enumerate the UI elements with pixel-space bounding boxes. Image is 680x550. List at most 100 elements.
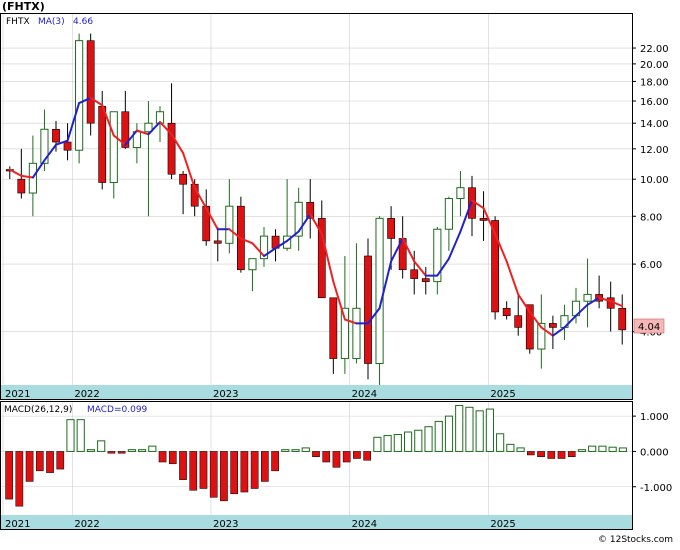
price-tick-label: 12.00 [640, 145, 669, 156]
macd-year-label: 2023 [213, 519, 238, 530]
macd-bar [526, 451, 535, 456]
macd-bar [434, 420, 443, 452]
price-year-label: 2023 [213, 389, 238, 400]
macd-bar [618, 447, 627, 452]
macd-bar [97, 440, 106, 452]
macd-bar [107, 451, 116, 454]
candle-body [444, 198, 453, 230]
macd-bar [25, 451, 34, 482]
macd-bar [158, 451, 167, 463]
macd-bar [588, 445, 597, 452]
macd-bar [168, 451, 177, 465]
candle-body [179, 173, 187, 185]
macd-bar [465, 406, 474, 452]
chart-title: (FHTX) [2, 0, 45, 13]
macd-bar [598, 445, 607, 452]
macd-bar [56, 451, 65, 470]
macd-label: MACD(26,12,9) [4, 405, 72, 415]
macd-bar [557, 451, 566, 459]
macd-bar [567, 451, 576, 457]
candle-body [352, 307, 361, 360]
candle-body [329, 297, 338, 359]
price-tick-label: 10.00 [640, 175, 669, 186]
price-year-label: 2025 [490, 389, 515, 400]
macd-bar [220, 451, 228, 502]
macd-axis: 1.000 0.000 -1.000 [632, 412, 672, 494]
price-tick-label: 18.00 [640, 77, 669, 88]
price-year-label: 2024 [352, 389, 377, 400]
macd-bar [281, 449, 290, 452]
macd-bar [444, 415, 454, 452]
macd-value: MACD=0.099 [87, 405, 148, 415]
candle-body [364, 255, 372, 364]
macd-year-label: 2022 [74, 519, 99, 530]
macd-bar [301, 447, 310, 452]
candle-body [433, 228, 442, 283]
legend-ma-value: 4.66 [73, 17, 93, 27]
price-tick-label: 14.00 [640, 119, 669, 130]
macd-bar [455, 405, 464, 452]
candle-body [387, 218, 395, 239]
watermark: © 12Stocks.com [598, 535, 673, 545]
price-year-label: 2021 [5, 389, 30, 400]
macd-bar [179, 451, 187, 480]
candle-body [549, 323, 557, 328]
candle-body [213, 240, 222, 244]
price-tick-label: 20.00 [640, 60, 669, 71]
macd-year-label: 2021 [5, 519, 30, 530]
macd-bar [496, 433, 505, 452]
macd-bar [250, 451, 259, 489]
price-tick-label: 22.00 [640, 44, 669, 55]
candle-body [109, 111, 118, 184]
macd-bar [383, 435, 392, 452]
macd-bar [261, 451, 269, 482]
candle-body [86, 40, 95, 124]
macd-bar [291, 449, 300, 452]
macd-bar [373, 436, 382, 452]
candle-body [75, 40, 84, 151]
macd-bar [15, 451, 24, 507]
macd-bar [608, 446, 617, 452]
macd-bar [506, 443, 515, 452]
macd-bar [537, 451, 545, 457]
candle-body [479, 218, 488, 221]
macd-bar [353, 451, 361, 459]
macd-bar [199, 451, 208, 489]
macd-bar [312, 451, 320, 457]
legend-ticker: FHTX [6, 17, 30, 27]
price-axis: 22.00 20.00 18.00 16.00 14.00 12.00 10.00 8.00 6… [632, 44, 669, 339]
macd-bar [414, 429, 423, 452]
macd-bar [117, 451, 126, 454]
macd-bar [189, 451, 198, 491]
chart-canvas: 22.00 20.00 18.00 16.00 14.00 12.00 10.00 8.00 6… [0, 0, 673, 545]
macd-tick-label: 0.000 [640, 447, 669, 458]
macd-bar [5, 451, 13, 500]
legend-ma: MA(3) [38, 17, 65, 27]
macd-bar [393, 433, 402, 452]
macd-bar [424, 426, 433, 452]
candle-body [421, 278, 430, 282]
candle-body [502, 307, 511, 316]
macd-panel-frame [0, 401, 633, 530]
candle-body [456, 187, 465, 200]
stock-chart: 22.00 20.00 18.00 16.00 14.00 12.00 10.00 8.00 6… [0, 0, 680, 546]
macd-bar [271, 451, 279, 472]
macd-bar [148, 445, 157, 452]
candle-body [583, 293, 592, 302]
macd-bar [35, 451, 44, 472]
macd-bar [127, 449, 136, 452]
macd-year-label: 2025 [490, 519, 515, 530]
last-price-value: 4.04 [638, 322, 660, 333]
macd-bar [516, 447, 525, 452]
price-tick-label: 6.00 [640, 260, 662, 271]
macd-bar [76, 419, 85, 452]
macd-bar [230, 451, 238, 495]
macd-tick-label: -1.000 [640, 483, 672, 494]
macd-bar [577, 449, 587, 452]
macd-bar [66, 419, 75, 452]
macd-bar [46, 451, 54, 473]
candle-body [618, 307, 627, 331]
candle-body [225, 205, 234, 244]
candle-body [340, 307, 349, 360]
candle-body [375, 217, 384, 365]
